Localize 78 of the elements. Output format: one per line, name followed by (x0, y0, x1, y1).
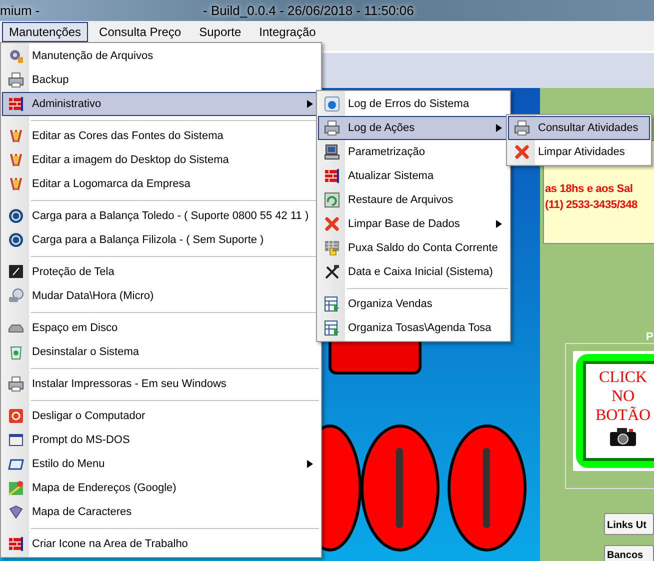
button-text: CLICK (599, 368, 647, 387)
window-title: mium - (0, 2, 41, 20)
menu-item[interactable]: Editar as Cores das Fontes do Sistema (2, 124, 320, 148)
menu-item[interactable]: Carga para a Balança Filizola - ( Sem Suporte ) (2, 228, 320, 252)
cross-icon (324, 216, 340, 232)
menu-item[interactable]: Parametrização (318, 140, 509, 164)
printer-icon (324, 120, 340, 136)
menu-item[interactable]: Instalar Impressoras - Em seu Windows (2, 372, 320, 396)
printer-icon (8, 72, 24, 88)
menu-item[interactable]: Limpar Base de Dados (318, 212, 509, 236)
camera-icon (609, 427, 637, 447)
arrow-icon (307, 460, 313, 468)
cross-icon (514, 144, 530, 160)
menu-item[interactable]: Puxa Saldo do Conta Corrente (318, 236, 509, 260)
menu-item[interactable]: Editar a imagem do Desktop do Sistema (2, 148, 320, 172)
spreadsheet-icon (324, 296, 340, 312)
recycle-bin-icon (8, 344, 24, 360)
disc-icon (8, 288, 24, 304)
menu-item[interactable]: Restaure de Arquivos (318, 188, 509, 212)
notice-text: as 18hs e aos Sal (545, 182, 634, 197)
menu-item[interactable]: Mapa de Caracteres (2, 500, 320, 524)
menu-item[interactable]: Desligar o Computador (2, 404, 320, 428)
hand-pointer-icon (324, 240, 340, 256)
button-text: NO (611, 387, 635, 406)
gear-icon (8, 48, 24, 64)
menu-item[interactable]: Carga para a Balança Toledo - ( Suporte 0800 55 42 11 ) (2, 204, 320, 228)
printer-icon (514, 120, 530, 136)
notice-text: (11) 2533-3435/348 (545, 198, 638, 213)
panel-label: P (646, 330, 654, 345)
brick-wall-icon (324, 168, 340, 184)
brick-wall-icon (8, 96, 24, 112)
brick-wall-icon (8, 536, 24, 552)
menu-item[interactable]: Atualizar Sistema (318, 164, 509, 188)
brush-icon (8, 176, 24, 192)
menu-bar-item[interactable]: Manutenções (2, 22, 88, 42)
arrow-icon (496, 124, 502, 132)
button-text: BOTÃO (595, 406, 651, 425)
menu-item[interactable]: Espaço em Disco (2, 316, 320, 340)
arrow-icon (307, 100, 313, 108)
window-title: - Build_0.0.4 - 26/06/2018 - 11:50:06 (203, 2, 414, 20)
restore-icon (324, 192, 340, 208)
menu-item[interactable]: Estilo do Menu (2, 452, 320, 476)
menu-item[interactable]: Backup (2, 68, 320, 92)
menu-item[interactable]: Manutenção de Arquivos (2, 44, 320, 68)
menu-item[interactable]: Mapa de Endereços (Google) (2, 476, 320, 500)
menu-item[interactable]: Data e Caixa Inicial (Sistema) (318, 260, 509, 284)
menu-item[interactable]: Editar a Logomarca da Empresa (2, 172, 320, 196)
spreadsheet-icon (324, 320, 340, 336)
photo-button[interactable]: CLICK NO BOTÃO (573, 351, 654, 471)
brush-icon (8, 152, 24, 168)
menu-item[interactable]: Limpar Atividades (508, 140, 650, 164)
map-icon (8, 480, 24, 496)
menu-item[interactable]: Log de Ações (318, 116, 509, 140)
round-logo-icon (8, 232, 24, 248)
link-button[interactable]: Links Ut (604, 513, 654, 535)
monitor-icon (8, 264, 24, 280)
menu-item[interactable]: Desinstalar o Sistema (2, 340, 320, 364)
menu-item[interactable]: Log de Erros do Sistema (318, 92, 509, 116)
menu-item[interactable]: Organiza Tosas\Agenda Tosa (318, 316, 509, 340)
menu-item[interactable]: Criar Icone na Area de Trabalho (2, 532, 320, 556)
menu-bar-item[interactable]: Consulta Preço (92, 22, 188, 42)
arrow-icon (496, 220, 502, 228)
menu-item[interactable]: Organiza Vendas (318, 292, 509, 316)
power-icon (8, 408, 24, 424)
menu-item[interactable]: Prompt do MS-DOS (2, 428, 320, 452)
brush-icon (8, 128, 24, 144)
computer-icon (324, 144, 340, 160)
link-button[interactable]: Bancos (604, 545, 654, 561)
menu-bar-item[interactable]: Integração (252, 22, 323, 42)
menu-item[interactable]: Consultar Atividades (508, 116, 650, 140)
menu-item[interactable]: Mudar Data\Hora (Micro) (2, 284, 320, 308)
tools-icon (324, 264, 340, 280)
printer-icon (8, 376, 24, 392)
browser-icon (324, 96, 340, 112)
round-logo-icon (8, 208, 24, 224)
menu-item[interactable]: Proteção de Tela (2, 260, 320, 284)
menu-bar-item[interactable]: Suporte (192, 22, 248, 42)
console-icon (8, 432, 24, 448)
